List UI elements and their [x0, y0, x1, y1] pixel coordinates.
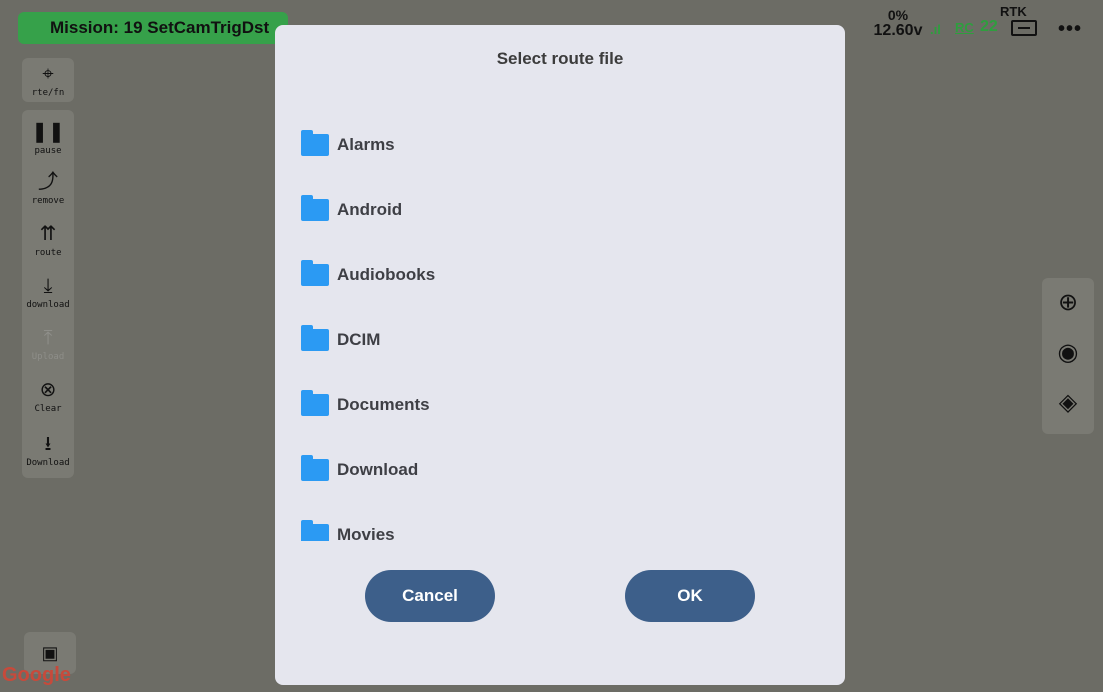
folder-icon: [301, 195, 329, 221]
file-item-movies[interactable]: Movies: [301, 515, 821, 541]
file-item-dcim[interactable]: DCIM: [301, 320, 821, 360]
file-item-audiobooks[interactable]: Audiobooks: [301, 255, 821, 295]
modal-overlay: Select route file Alarms Android Audiobo…: [0, 0, 1103, 692]
folder-icon: [301, 130, 329, 156]
select-route-file-dialog: Select route file Alarms Android Audiobo…: [275, 25, 845, 685]
cancel-button[interactable]: Cancel: [365, 570, 495, 622]
file-name: DCIM: [337, 330, 381, 349]
file-item-android[interactable]: Android: [301, 190, 821, 230]
file-list[interactable]: Alarms Android Audiobooks DCIM Documents…: [275, 109, 845, 541]
file-name: Alarms: [337, 135, 395, 154]
folder-icon: [301, 260, 329, 286]
file-item-download[interactable]: Download: [301, 450, 821, 490]
file-item-documents[interactable]: Documents: [301, 385, 821, 425]
folder-icon: [301, 520, 329, 541]
file-name: Movies: [337, 525, 395, 541]
file-name: Documents: [337, 395, 430, 414]
file-name: Audiobooks: [337, 265, 436, 284]
folder-icon: [301, 390, 329, 416]
folder-icon: [301, 325, 329, 351]
file-name: Download: [337, 460, 419, 479]
dialog-title: Select route file: [496, 49, 624, 68]
ok-button[interactable]: OK: [625, 570, 755, 622]
file-item-alarms[interactable]: Alarms: [301, 125, 821, 165]
folder-icon: [301, 455, 329, 481]
file-name: Android: [337, 200, 403, 219]
